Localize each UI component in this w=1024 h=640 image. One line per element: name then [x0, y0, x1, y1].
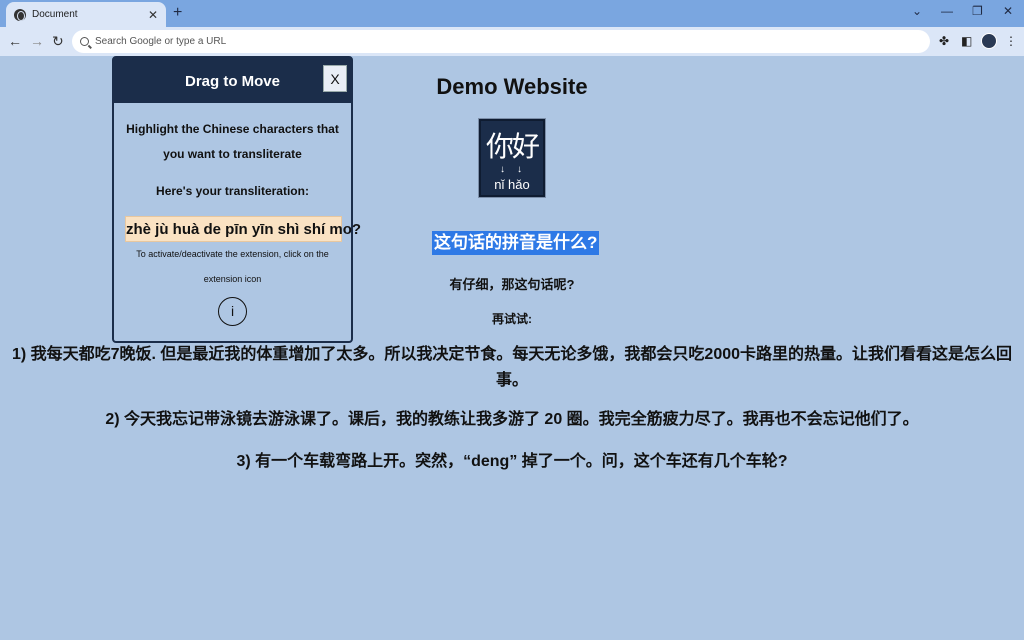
- close-window-button[interactable]: ✕: [1003, 4, 1013, 18]
- globe-icon: [14, 8, 26, 21]
- practice-sentence-3[interactable]: 3) 有一个车载弯路上开。突然，“deng” 掉了一个。问，这个车还有几个车轮?: [10, 449, 1014, 475]
- logo-pinyin: nǐ hǎo: [494, 177, 530, 192]
- practice-sentence-1[interactable]: 1) 我每天都吃7晚饭. 但是最近我的体重增加了太多。所以我决定节食。每天无论多…: [10, 342, 1014, 394]
- hint-line-1: To activate/deactivate the extension, cl…: [136, 249, 329, 259]
- search-icon: [80, 37, 89, 46]
- address-placeholder: Search Google or type a URL: [95, 36, 227, 47]
- menu-kebab-icon[interactable]: ⋮: [1005, 34, 1017, 48]
- transliteration-popup[interactable]: Drag to Move X Highlight the Chinese cha…: [112, 56, 361, 343]
- practice-sentence-2[interactable]: 2) 今天我忘记带泳镜去游泳课了。课后，我的教练让我多游了 20 圈。我完全筋疲…: [10, 407, 1014, 433]
- address-bar[interactable]: Search Google or type a URL: [72, 30, 930, 53]
- browser-tab[interactable]: Document ✕: [6, 2, 166, 27]
- profile-avatar[interactable]: [981, 33, 997, 49]
- hint-line-2: extension icon: [203, 274, 262, 284]
- result-label: Here's your transliteration:: [156, 184, 309, 198]
- extensions-puzzle-icon[interactable]: ✤: [939, 34, 949, 48]
- highlighted-question[interactable]: 这句话的拼音是什么?: [432, 231, 600, 255]
- info-button[interactable]: i: [218, 297, 247, 326]
- forward-arrow-icon[interactable]: →: [30, 33, 44, 49]
- instruction-line-2: you want to transliterate: [163, 147, 302, 161]
- transliteration-output: zhè jù huà de pīn yīn shì shí mo?: [125, 216, 361, 242]
- popup-close-button[interactable]: X: [323, 65, 347, 92]
- minimize-button[interactable]: —: [941, 4, 953, 18]
- logo-arrows: ↓↓: [500, 164, 534, 175]
- restore-button[interactable]: ❐: [972, 4, 983, 18]
- nihao-logo: 你好 ↓↓ nǐ hǎo: [478, 118, 546, 198]
- new-tab-button[interactable]: +: [173, 4, 182, 22]
- popup-title: Drag to Move: [184, 73, 280, 90]
- side-panel-icon[interactable]: ◧: [961, 34, 972, 48]
- browser-toolbar: ← → ↻ Search Google or type a URL ✤ ◧ ⋮: [0, 27, 1024, 56]
- back-arrow-icon[interactable]: ←: [8, 33, 22, 49]
- popup-drag-header[interactable]: Drag to Move X: [114, 58, 351, 103]
- tab-search-icon[interactable]: ⌄: [912, 4, 922, 18]
- tab-close-icon[interactable]: ✕: [148, 8, 158, 22]
- tab-strip: Document ✕ + ⌄ — ❐ ✕: [0, 0, 1024, 27]
- logo-characters: 你好: [485, 131, 540, 162]
- tab-title: Document: [32, 9, 78, 20]
- instruction-line-1: Highlight the Chinese characters that: [126, 122, 339, 136]
- reload-icon[interactable]: ↻: [52, 33, 64, 50]
